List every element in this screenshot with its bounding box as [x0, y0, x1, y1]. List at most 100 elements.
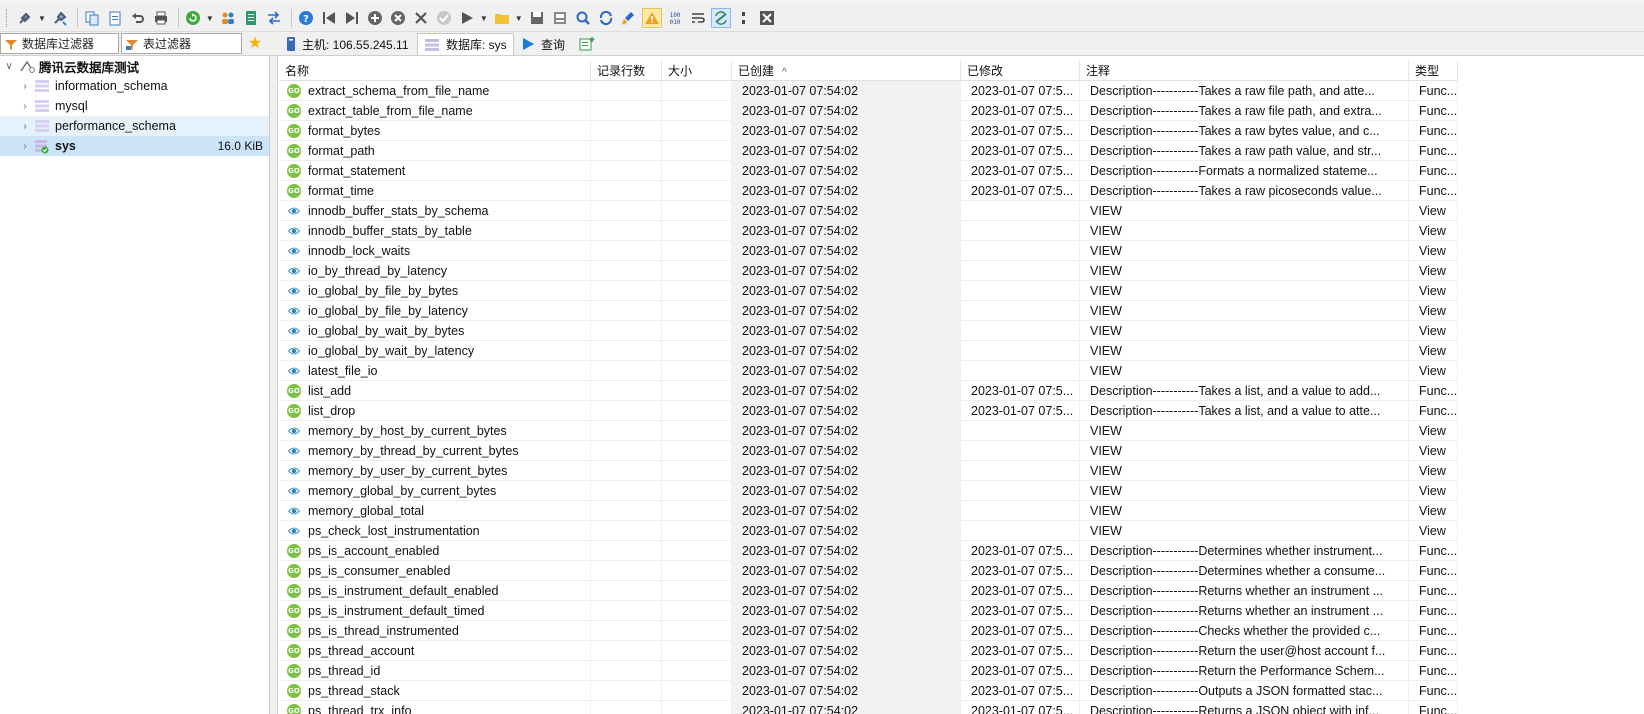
table-row[interactable]: GO ps_is_thread_instrumented 2023-01-07 07… — [279, 621, 1458, 641]
transfer-icon[interactable] — [264, 8, 284, 28]
table-row[interactable]: GO format_time 2023-01-07 07:54:02 2023-01-… — [279, 181, 1458, 201]
cell-modified[interactable]: 2023-01-07 07:5... — [961, 541, 1080, 561]
cell-type[interactable]: Func... — [1409, 701, 1458, 714]
cell-rows[interactable] — [591, 601, 662, 621]
cell-type[interactable]: View — [1409, 361, 1458, 381]
cell-type[interactable]: View — [1409, 441, 1458, 461]
cell-rows[interactable] — [591, 501, 662, 521]
cell-name[interactable]: GO ps_thread_account — [279, 641, 591, 661]
cell-name[interactable]: io_global_by_wait_by_bytes — [279, 321, 591, 341]
cell-created[interactable]: 2023-01-07 07:54:02 — [732, 661, 961, 681]
cell-rows[interactable] — [591, 661, 662, 681]
cell-comment[interactable]: Description-----------Outputs a JSON for… — [1080, 681, 1409, 701]
cell-comment[interactable]: VIEW — [1080, 341, 1409, 361]
table-row[interactable]: memory_global_by_current_bytes 2023-01-07… — [279, 481, 1458, 501]
cell-rows[interactable] — [591, 341, 662, 361]
cell-comment[interactable]: Description-----------Determines whether… — [1080, 541, 1409, 561]
sync-icon[interactable] — [710, 8, 731, 28]
cell-modified[interactable]: 2023-01-07 07:5... — [961, 641, 1080, 661]
cell-name[interactable]: memory_by_thread_by_current_bytes — [279, 441, 591, 461]
help-icon[interactable]: ? — [296, 8, 316, 28]
cell-rows[interactable] — [591, 221, 662, 241]
tree-item-information-schema[interactable]: › information_schema — [0, 76, 269, 96]
cell-type[interactable]: Func... — [1409, 161, 1458, 181]
cell-name[interactable]: GO extract_schema_from_file_name — [279, 81, 591, 101]
cell-created[interactable]: 2023-01-07 07:54:02 — [732, 121, 961, 141]
cell-type[interactable]: View — [1409, 341, 1458, 361]
cell-created[interactable]: 2023-01-07 07:54:02 — [732, 521, 961, 541]
table-row[interactable]: io_global_by_file_by_latency 2023-01-07 0… — [279, 301, 1458, 321]
cell-type[interactable]: View — [1409, 281, 1458, 301]
table-row[interactable]: io_global_by_wait_by_bytes 2023-01-07 07:… — [279, 321, 1458, 341]
wrap-icon[interactable] — [688, 8, 708, 28]
column-header-created[interactable]: 已创建 ^ — [732, 61, 961, 81]
cell-comment[interactable]: Description-----------Takes a raw file p… — [1080, 81, 1409, 101]
cell-size[interactable] — [662, 461, 732, 481]
cell-size[interactable] — [662, 361, 732, 381]
cell-rows[interactable] — [591, 241, 662, 261]
cell-type[interactable]: View — [1409, 221, 1458, 241]
cell-type[interactable]: Func... — [1409, 581, 1458, 601]
cell-comment[interactable]: VIEW — [1080, 441, 1409, 461]
clean-icon[interactable] — [619, 8, 639, 28]
tab-database[interactable]: 数据库: sys — [417, 33, 514, 55]
users-icon[interactable] — [218, 8, 238, 28]
table-row[interactable]: GO list_add 2023-01-07 07:54:02 2023-01-07 … — [279, 381, 1458, 401]
cell-comment[interactable]: VIEW — [1080, 221, 1409, 241]
delete-icon[interactable] — [388, 8, 408, 28]
cell-modified[interactable]: 2023-01-07 07:5... — [961, 101, 1080, 121]
cell-type[interactable]: Func... — [1409, 541, 1458, 561]
table-row[interactable]: GO ps_is_instrument_default_enabled 2023-0… — [279, 581, 1458, 601]
cell-name[interactable]: GO list_add — [279, 381, 591, 401]
cell-modified[interactable]: 2023-01-07 07:5... — [961, 621, 1080, 641]
cell-rows[interactable] — [591, 561, 662, 581]
cell-type[interactable]: Func... — [1409, 121, 1458, 141]
cell-created[interactable]: 2023-01-07 07:54:02 — [732, 621, 961, 641]
cell-modified[interactable]: 2023-01-07 07:5... — [961, 661, 1080, 681]
cell-created[interactable]: 2023-01-07 07:54:02 — [732, 421, 961, 441]
cell-size[interactable] — [662, 681, 732, 701]
cell-rows[interactable] — [591, 461, 662, 481]
copy-icon[interactable] — [82, 8, 102, 28]
table-row[interactable]: memory_by_user_by_current_bytes 2023-01-0… — [279, 461, 1458, 481]
cell-size[interactable] — [662, 481, 732, 501]
cell-name[interactable]: io_global_by_wait_by_latency — [279, 341, 591, 361]
cell-rows[interactable] — [591, 81, 662, 101]
cell-name[interactable]: GO ps_is_account_enabled — [279, 541, 591, 561]
cell-created[interactable]: 2023-01-07 07:54:02 — [732, 481, 961, 501]
column-header-comment[interactable]: 注释 — [1080, 61, 1409, 81]
cell-type[interactable]: View — [1409, 241, 1458, 261]
cell-created[interactable]: 2023-01-07 07:54:02 — [732, 441, 961, 461]
cell-created[interactable]: 2023-01-07 07:54:02 — [732, 461, 961, 481]
close-icon[interactable] — [757, 8, 777, 28]
cell-modified[interactable] — [961, 261, 1080, 281]
cell-size[interactable] — [662, 341, 732, 361]
first-icon[interactable] — [319, 8, 339, 28]
cell-type[interactable]: Func... — [1409, 81, 1458, 101]
cell-created[interactable]: 2023-01-07 07:54:02 — [732, 301, 961, 321]
cell-name[interactable]: memory_global_by_current_bytes — [279, 481, 591, 501]
cell-size[interactable] — [662, 221, 732, 241]
cell-size[interactable] — [662, 201, 732, 221]
find-replace-icon[interactable] — [596, 8, 616, 28]
cell-name[interactable]: io_by_thread_by_latency — [279, 261, 591, 281]
cell-comment[interactable]: VIEW — [1080, 241, 1409, 261]
new-query-tab-button[interactable] — [573, 33, 601, 55]
cell-name[interactable]: innodb_lock_waits — [279, 241, 591, 261]
save-icon[interactable] — [527, 8, 547, 28]
cell-name[interactable]: memory_by_user_by_current_bytes — [279, 461, 591, 481]
cell-created[interactable]: 2023-01-07 07:54:02 — [732, 361, 961, 381]
cell-size[interactable] — [662, 281, 732, 301]
cell-modified[interactable] — [961, 301, 1080, 321]
column-header-size[interactable]: 大小 — [662, 61, 732, 81]
cell-comment[interactable]: VIEW — [1080, 461, 1409, 481]
table-row[interactable]: GO ps_thread_trx_info 2023-01-07 07:54:02 2… — [279, 701, 1458, 714]
cell-rows[interactable] — [591, 521, 662, 541]
panel-splitter[interactable] — [270, 56, 278, 714]
apply-icon[interactable] — [434, 8, 454, 28]
cell-modified[interactable] — [961, 441, 1080, 461]
cell-created[interactable]: 2023-01-07 07:54:02 — [732, 221, 961, 241]
cell-type[interactable]: Func... — [1409, 381, 1458, 401]
cell-size[interactable] — [662, 561, 732, 581]
cell-created[interactable]: 2023-01-07 07:54:02 — [732, 341, 961, 361]
